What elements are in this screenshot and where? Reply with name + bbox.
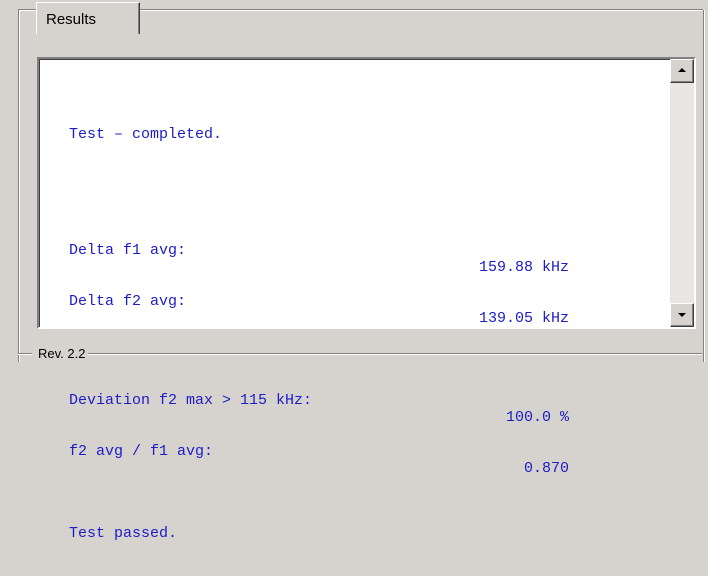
vertical-scrollbar[interactable] <box>670 59 694 327</box>
delta-f1-label: Delta f1 avg: <box>69 242 187 259</box>
footer-divider-left <box>18 353 32 355</box>
result-line: Test passed. <box>69 525 178 542</box>
arrow-down-icon <box>678 313 686 317</box>
deviation-row: Deviation f2 max > 115 kHz: 100.0 % <box>69 375 569 426</box>
results-tab-label: Results <box>46 11 97 28</box>
results-content: Test – completed. Delta f1 avg: 159.88 k… <box>69 92 569 576</box>
deviation-label: Deviation f2 max > 115 kHz: <box>69 392 313 409</box>
ratio-label: f2 avg / f1 avg: <box>69 443 214 460</box>
arrow-up-icon <box>678 68 686 72</box>
scroll-down-button[interactable] <box>670 303 694 327</box>
delta-f2-label: Delta f2 avg: <box>69 293 187 310</box>
results-tab[interactable]: Results <box>36 2 140 34</box>
delta-f2-value: 139.05 kHz <box>478 310 569 327</box>
ratio-value: 0.870 <box>523 460 569 477</box>
status-line: Test – completed. <box>69 126 223 143</box>
scroll-up-button[interactable] <box>670 59 694 83</box>
results-text-area[interactable]: Test – completed. Delta f1 avg: 159.88 k… <box>37 57 696 542</box>
footer-divider <box>88 353 702 355</box>
delta-f1-row: Delta f1 avg: 159.88 kHz <box>69 225 569 276</box>
delta-f2-row: Delta f2 avg: 139.05 kHz <box>69 276 569 327</box>
delta-f1-value: 159.88 kHz <box>478 259 569 276</box>
ratio-row: f2 avg / f1 avg: 0.870 <box>69 426 569 477</box>
revision-label: Rev. 2.2 <box>34 346 90 361</box>
deviation-value: 100.0 % <box>505 409 569 426</box>
groupbox-right-edge <box>703 10 705 362</box>
